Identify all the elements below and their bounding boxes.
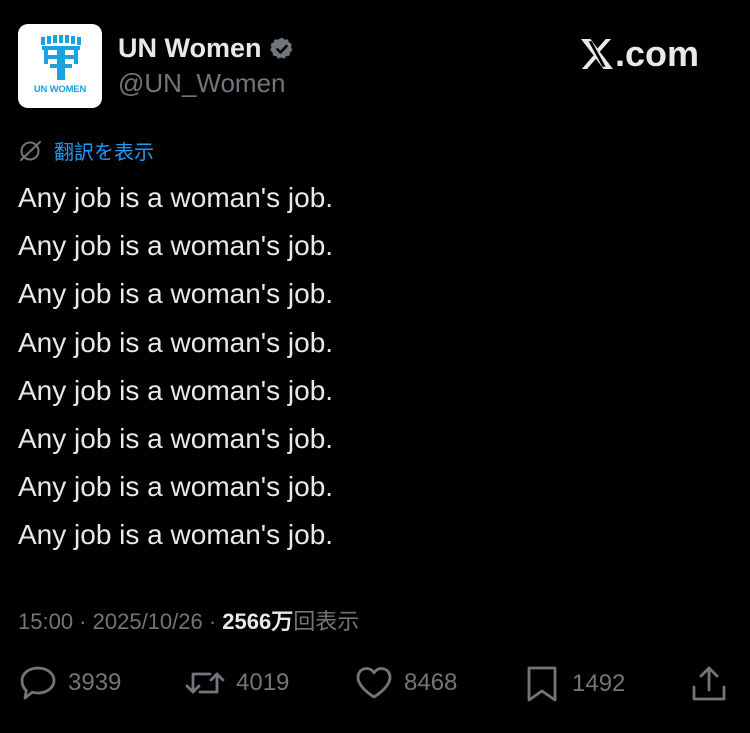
translate-label: 翻訳を表示 <box>54 142 154 164</box>
author-avatar[interactable]: UN WOMEN <box>18 24 102 108</box>
tweet-line: Any job is a woman's job. <box>18 230 334 262</box>
tweet-date[interactable]: 2025/10/26 <box>93 609 203 634</box>
globe-translate-icon <box>20 140 41 161</box>
share-button[interactable] <box>690 664 738 704</box>
tweet-line: Any job is a woman's job. <box>18 374 334 406</box>
tweet-line: Any job is a woman's job. <box>18 278 334 310</box>
meta-separator: · <box>73 609 93 634</box>
bookmark-count: 1492 <box>572 670 626 697</box>
show-translation-link[interactable]: 翻訳を表示 <box>18 136 154 165</box>
author-handle[interactable]: @UN_Women <box>118 68 286 99</box>
verified-badge-icon <box>269 37 292 59</box>
repost-button[interactable]: 4019 <box>184 664 289 702</box>
views-count: 2566万 <box>222 609 294 634</box>
repost-count: 4019 <box>236 669 290 696</box>
tweet-line: Any job is a woman's job. <box>18 182 334 213</box>
share-icon <box>692 666 726 701</box>
views-label: 回表示 <box>293 609 360 634</box>
tweet-text: Any job is a woman's job. Any job is a w… <box>18 174 333 560</box>
tweet-time[interactable]: 15:00 <box>18 609 73 634</box>
reply-icon <box>20 666 56 700</box>
x-logo-icon <box>581 39 613 69</box>
logo-text: UN WOMEN <box>33 84 87 95</box>
tweet-line: Any job is a woman's job. <box>18 471 334 503</box>
tweet-line: Any job is a woman's job. <box>18 519 334 551</box>
like-count: 8468 <box>404 669 458 696</box>
like-button[interactable]: 8468 <box>354 664 457 702</box>
tweet-line: Any job is a woman's job. <box>18 326 334 358</box>
heart-icon <box>356 667 392 699</box>
tweet-line: Any job is a woman's job. <box>18 423 334 455</box>
reply-count: 3939 <box>68 669 122 696</box>
un-women-logo-icon <box>41 35 81 80</box>
author-name-row: UN Women <box>118 33 295 64</box>
meta-separator: · <box>202 609 223 634</box>
bookmark-button[interactable]: 1492 <box>524 664 625 704</box>
tweet-meta: 15:00 · 2025/10/26 · 2566万回表示 <box>18 604 359 636</box>
repost-icon <box>185 672 225 694</box>
reply-button[interactable]: 3939 <box>18 664 121 702</box>
x-brand-mark: .com <box>580 33 699 75</box>
bookmark-icon <box>527 666 557 702</box>
brand-label: .com <box>615 33 700 74</box>
action-bar: 3939 4019 8468 1492 <box>0 664 750 712</box>
author-display-name[interactable]: UN Women <box>118 33 262 64</box>
